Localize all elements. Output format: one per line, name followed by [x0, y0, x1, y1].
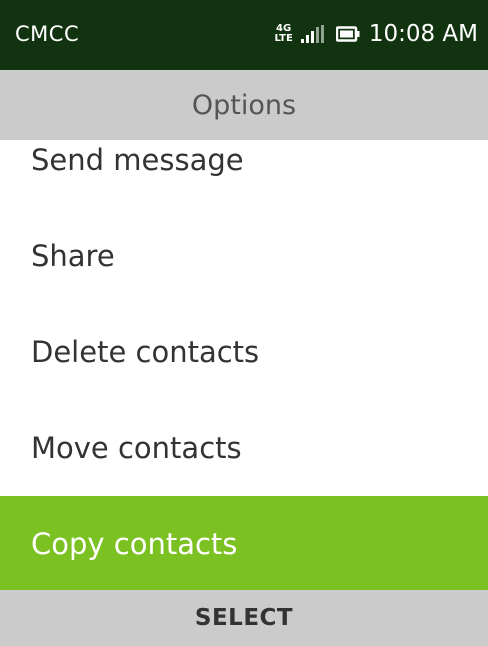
status-bar: CMCC 4G LTE 10:08 AM — [0, 0, 488, 70]
status-indicators: 4G LTE 10:08 AM — [274, 19, 478, 49]
options-menu: Send message Share Delete contacts Move … — [0, 112, 488, 592]
softkey-bar: SELECT — [0, 590, 488, 646]
menu-item-delete-contacts[interactable]: Delete contacts — [0, 304, 488, 400]
carrier-name: CMCC — [15, 22, 80, 46]
menu-item-send-message[interactable]: Send message — [0, 112, 488, 208]
clock: 10:08 AM — [368, 21, 478, 47]
battery-icon — [335, 26, 360, 42]
menu-item-share[interactable]: Share — [0, 208, 488, 304]
signal-bars-icon — [300, 25, 324, 43]
menu-item-copy-contacts[interactable]: Copy contacts — [0, 496, 488, 592]
network-type-icon: 4G LTE — [274, 24, 292, 44]
select-softkey[interactable]: SELECT — [195, 605, 293, 631]
network-type-bottom: LTE — [274, 33, 293, 44]
menu-item-move-contacts[interactable]: Move contacts — [0, 400, 488, 496]
